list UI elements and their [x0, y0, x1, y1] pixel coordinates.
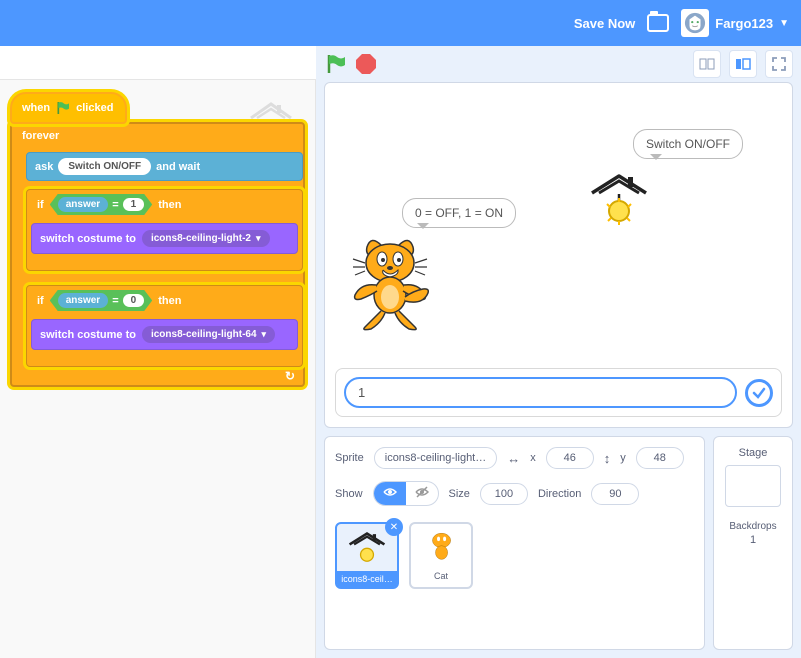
answer-prompt: [335, 368, 782, 417]
value-input[interactable]: 0: [123, 294, 145, 307]
switch-costume-block[interactable]: switch costume to icons8-ceiling-light-2: [31, 223, 298, 254]
equals-operator[interactable]: answer = 1: [50, 194, 152, 215]
ceiling-light-sprite[interactable]: [588, 171, 650, 231]
top-bar: Save Now Fargo123 ▼: [0, 0, 801, 46]
loop-arrow-icon: ↻: [285, 369, 295, 383]
stop-button[interactable]: [356, 54, 376, 74]
green-flag-icon: [55, 100, 71, 116]
light-speech-bubble: Switch ON/OFF: [633, 129, 743, 159]
direction-input[interactable]: 90: [591, 483, 639, 505]
y-icon: ↕: [604, 451, 611, 466]
stage-controls: [316, 46, 801, 82]
username-label: Fargo123: [715, 16, 773, 31]
ask-text-input[interactable]: Switch ON/OFF: [58, 158, 151, 175]
show-button[interactable]: [374, 482, 406, 505]
sprite-info-panel: Sprite icons8-ceiling-light… ↔ x 46 ↕ y …: [324, 436, 705, 650]
stage-thumb[interactable]: [725, 465, 781, 507]
if-block-1[interactable]: if answer = 1 then switch costu: [26, 189, 303, 271]
visibility-toggle: [373, 481, 439, 506]
costume-dropdown[interactable]: icons8-ceiling-light-64: [142, 326, 275, 343]
switch-costume-block[interactable]: switch costume to icons8-ceiling-light-6…: [31, 319, 298, 350]
avatar: [681, 9, 709, 37]
cat-speech-bubble: 0 = OFF, 1 = ON: [402, 198, 516, 228]
sprite-label: Sprite: [335, 452, 364, 464]
xy-icon: ↔: [507, 451, 520, 466]
costume-dropdown[interactable]: icons8-ceiling-light-2: [142, 230, 270, 247]
sprite-name-input[interactable]: icons8-ceiling-light…: [374, 447, 498, 469]
stage[interactable]: 0 = OFF, 1 = ON Switch ON/OFF: [324, 82, 793, 428]
backdrops-label: Backdrops: [729, 521, 776, 532]
answer-reporter[interactable]: answer: [58, 293, 108, 308]
answer-reporter[interactable]: answer: [58, 197, 108, 212]
ask-block[interactable]: ask Switch ON/OFF and wait: [26, 152, 303, 181]
forever-block[interactable]: forever ask Switch ON/OFF and wait if an…: [10, 122, 305, 387]
answer-submit-button[interactable]: [745, 379, 773, 407]
y-input[interactable]: 48: [636, 447, 684, 469]
green-flag-button[interactable]: [324, 52, 348, 76]
value-input[interactable]: 1: [123, 198, 145, 211]
stage-panel: Stage Backdrops 1: [713, 436, 793, 650]
equals-operator[interactable]: answer = 0: [50, 290, 152, 311]
fullscreen-button[interactable]: [765, 50, 793, 78]
delete-sprite-button[interactable]: ✕: [385, 518, 403, 536]
x-input[interactable]: 46: [546, 447, 594, 469]
save-now-button[interactable]: Save Now: [574, 16, 635, 31]
small-stage-button[interactable]: [693, 50, 721, 78]
tab-bar: [0, 46, 316, 80]
if-block-2[interactable]: if answer = 0 then switch costu: [26, 285, 303, 367]
sprite-thumb-light[interactable]: ✕ icons8-ceil…: [335, 522, 399, 589]
when-flag-clicked-block[interactable]: when clicked: [10, 92, 127, 124]
script-area[interactable]: when clicked forever ask Switch ON/OFF a…: [0, 80, 316, 658]
cat-sprite[interactable]: [341, 233, 436, 338]
answer-input[interactable]: [344, 377, 737, 408]
sprite-thumb-cat[interactable]: Cat: [409, 522, 473, 589]
user-menu[interactable]: Fargo123 ▼: [681, 9, 789, 37]
backdrops-count: 1: [750, 534, 756, 546]
hide-button[interactable]: [406, 482, 438, 505]
stage-title: Stage: [739, 447, 768, 459]
large-stage-button[interactable]: [729, 50, 757, 78]
chevron-down-icon: ▼: [779, 18, 789, 29]
folder-icon[interactable]: [647, 14, 669, 32]
size-input[interactable]: 100: [480, 483, 528, 505]
